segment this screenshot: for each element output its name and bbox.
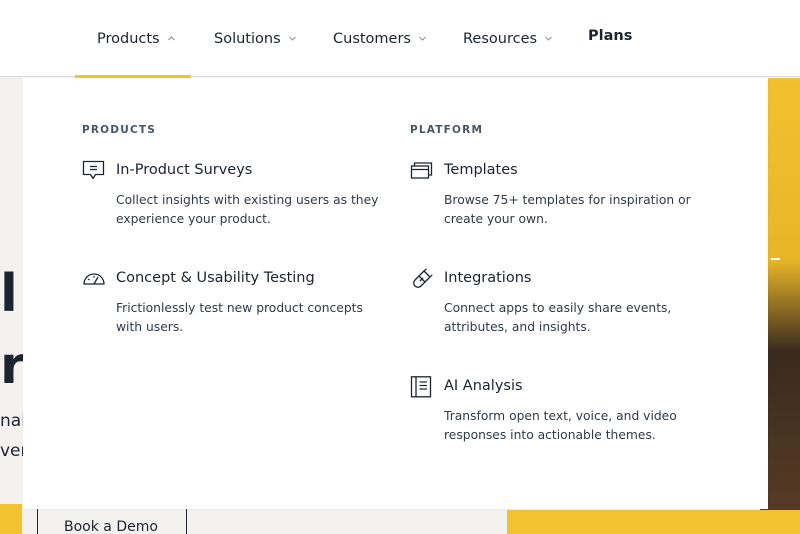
survey-chat-icon bbox=[82, 160, 106, 182]
nav-item-label: Customers bbox=[333, 30, 411, 47]
platform-column-heading: PLATFORM bbox=[410, 124, 484, 136]
menu-item-title: AI Analysis bbox=[444, 378, 523, 394]
nav-item-resources[interactable]: Resources bbox=[463, 0, 553, 77]
nav-item-solutions[interactable]: Solutions bbox=[214, 0, 297, 77]
chevron-up-icon bbox=[167, 34, 176, 43]
menu-item-description: Connect apps to easily share events, att… bbox=[444, 301, 672, 334]
menu-item-description: Collect insights with existing users as … bbox=[116, 193, 379, 226]
chevron-down-icon bbox=[288, 34, 297, 43]
integrations-magnet-icon bbox=[410, 268, 434, 290]
products-dropdown-menu: PRODUCTS PLATFORM In-Product Surveys Col… bbox=[23, 78, 768, 509]
hero-heading-line-1: l bbox=[0, 264, 18, 324]
nav-item-label: Resources bbox=[463, 30, 538, 47]
nav-item-label: Plans bbox=[588, 27, 633, 44]
top-navigation: Products Solutions Customers Resources P… bbox=[0, 0, 800, 78]
chevron-down-icon bbox=[418, 34, 427, 43]
nav-item-label: Solutions bbox=[214, 30, 281, 47]
nav-item-customers[interactable]: Customers bbox=[333, 0, 427, 77]
nav-item-plans[interactable]: Plans bbox=[588, 0, 632, 74]
menu-item-ai-analysis[interactable]: AI Analysis Transform open text, voice, … bbox=[410, 376, 710, 446]
menu-item-integrations[interactable]: Integrations Connect apps to easily shar… bbox=[410, 268, 710, 338]
products-column-heading: PRODUCTS bbox=[82, 124, 156, 136]
gauge-icon bbox=[82, 268, 106, 290]
book-demo-button[interactable]: Book a Demo bbox=[37, 508, 187, 534]
menu-item-description: Browse 75+ templates for inspiration or … bbox=[444, 193, 691, 226]
menu-item-in-product-surveys[interactable]: In-Product Surveys Collect insights with… bbox=[82, 160, 382, 230]
hero-heading-line-2: r bbox=[0, 336, 26, 396]
hero-photo-accent bbox=[507, 510, 800, 534]
menu-item-title: Integrations bbox=[444, 270, 532, 286]
menu-item-concept-usability-testing[interactable]: Concept & Usability Testing Frictionless… bbox=[82, 268, 382, 338]
menu-item-title: Templates bbox=[444, 162, 518, 178]
menu-item-title: In-Product Surveys bbox=[116, 162, 253, 178]
notebook-icon bbox=[410, 376, 434, 398]
menu-item-title: Concept & Usability Testing bbox=[116, 270, 315, 286]
templates-icon bbox=[410, 160, 434, 182]
hero-primary-button[interactable] bbox=[0, 504, 22, 534]
hero-decoration bbox=[771, 258, 780, 260]
menu-item-templates[interactable]: Templates Browse 75+ templates for inspi… bbox=[410, 160, 710, 230]
menu-item-description: Transform open text, voice, and video re… bbox=[444, 409, 677, 442]
menu-item-description: Frictionlessly test new product concepts… bbox=[116, 301, 363, 334]
nav-item-label: Products bbox=[97, 30, 160, 47]
chevron-down-icon bbox=[544, 34, 553, 43]
nav-item-products[interactable]: Products bbox=[75, 0, 191, 78]
